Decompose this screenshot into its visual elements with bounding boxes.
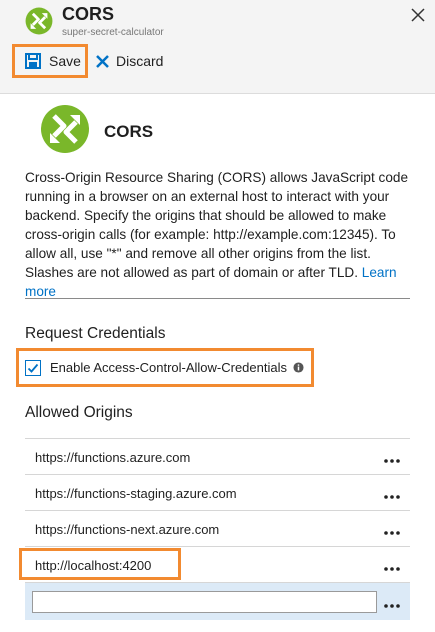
save-button[interactable]: Save bbox=[12, 44, 88, 78]
save-icon bbox=[25, 53, 41, 69]
info-icon[interactable] bbox=[293, 362, 304, 373]
new-origin-row bbox=[25, 582, 410, 620]
blade-subtitle: super-secret-calculator bbox=[62, 27, 164, 38]
credentials-option: Enable Access-Control-Allow-Credentials bbox=[16, 348, 314, 387]
cors-description: Cross-Origin Resource Sharing (CORS) all… bbox=[25, 168, 413, 301]
cors-icon bbox=[25, 7, 53, 35]
allow-credentials-checkbox[interactable] bbox=[25, 359, 41, 376]
more-options-icon[interactable] bbox=[378, 515, 406, 541]
origin-url: https://functions-staging.azure.com bbox=[35, 486, 237, 501]
discard-button[interactable]: Discard bbox=[93, 44, 183, 78]
checkmark-icon bbox=[27, 363, 39, 373]
allow-credentials-label: Enable Access-Control-Allow-Credentials bbox=[50, 360, 287, 375]
discard-button-label: Discard bbox=[116, 53, 164, 69]
origin-url: https://functions-next.azure.com bbox=[35, 522, 220, 537]
close-icon[interactable] bbox=[408, 5, 428, 25]
divider bbox=[25, 298, 410, 299]
origin-row: https://functions.azure.com bbox=[25, 438, 410, 474]
more-options-icon[interactable] bbox=[378, 551, 406, 577]
origin-row: https://functions-next.azure.com bbox=[25, 510, 410, 546]
origin-url: http://localhost:4200 bbox=[35, 558, 152, 573]
origin-row: http://localhost:4200 bbox=[19, 546, 410, 582]
description-text: Cross-Origin Resource Sharing (CORS) all… bbox=[25, 170, 409, 280]
command-bar: Save Discard bbox=[0, 44, 435, 94]
allowed-origins-heading: Allowed Origins bbox=[25, 404, 133, 421]
more-options-icon[interactable] bbox=[378, 479, 406, 505]
more-options-icon[interactable] bbox=[378, 443, 406, 469]
origin-row: https://functions-staging.azure.com bbox=[25, 474, 410, 510]
save-button-label: Save bbox=[49, 53, 81, 69]
blade-title: CORS bbox=[62, 4, 115, 24]
request-credentials-heading: Request Credentials bbox=[25, 325, 166, 342]
origin-url: https://functions.azure.com bbox=[35, 450, 191, 465]
close-icon bbox=[96, 54, 109, 68]
blade-header: CORS super-secret-calculator bbox=[0, 0, 435, 44]
cors-icon bbox=[41, 105, 89, 153]
new-origin-input[interactable] bbox=[32, 591, 377, 613]
more-options-icon[interactable] bbox=[378, 588, 406, 614]
page-title: CORS bbox=[104, 122, 154, 141]
